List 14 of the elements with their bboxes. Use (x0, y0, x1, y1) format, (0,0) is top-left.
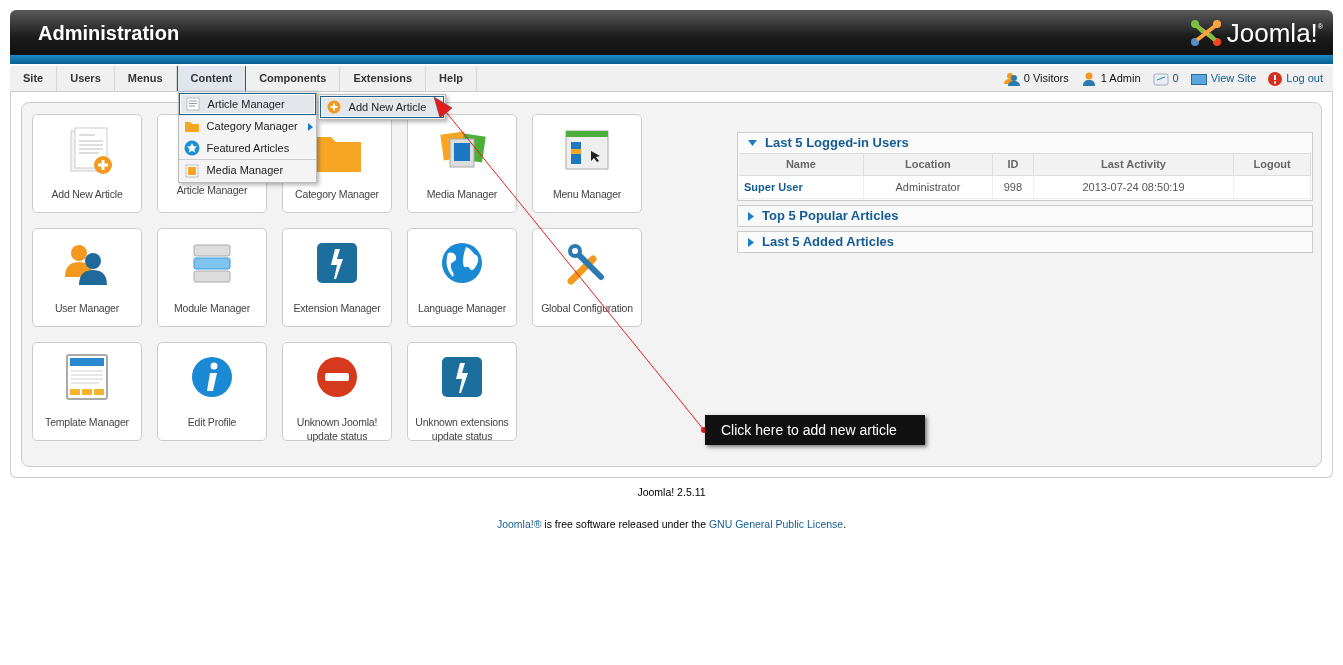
table-cell: 2013-07-24 08:50:19 (1033, 175, 1234, 199)
table-cell: Administrator (863, 175, 993, 199)
license-text: Joomla!® is free software released under the GNU General Public License. (496, 516, 847, 532)
column-header: Logout (1233, 153, 1311, 176)
column-header: Location (863, 153, 993, 176)
column-header: Name (739, 153, 864, 176)
logo-text: Joomla!$^{®}$ (1226, 19, 1323, 46)
column-header: Last Activity (1033, 153, 1234, 176)
page-title: Administration (38, 20, 180, 46)
status-text: 0 Visitors (1023, 71, 1069, 87)
callout-label: Click here to add new article (705, 415, 925, 445)
status-text: 1 Admin (1100, 71, 1141, 87)
column-header: ID (992, 153, 1034, 176)
version-text: Joomla! 2.5.11 (636, 485, 707, 500)
